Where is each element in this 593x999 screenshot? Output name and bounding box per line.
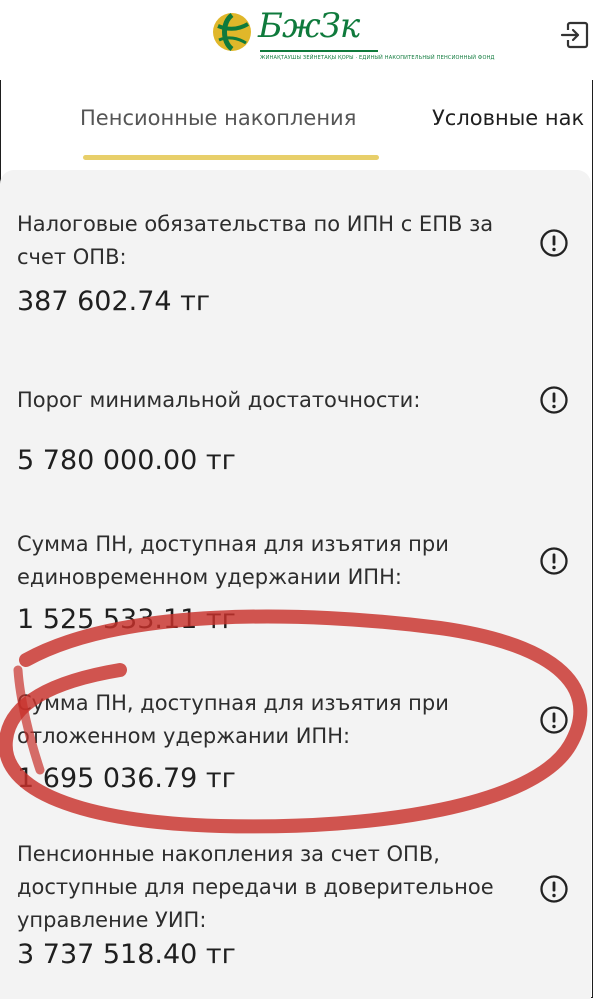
logo-emblem-icon: [213, 12, 251, 52]
app-header: БжЗк ЖИНАҚТАУШЫ ЗЕЙНЕТАҚЫ ҚОРЫ · ЕДИНЫЙ …: [0, 0, 593, 80]
active-tab-indicator: [83, 155, 379, 160]
item-label: Налоговые обязательства по ИПН с ЕПВ за …: [17, 212, 494, 269]
item-value: 1 695 036.79 тг: [17, 763, 236, 794]
list-item: Сумма ПН, доступная для изъятия при отло…: [17, 687, 507, 797]
tab-pension-savings[interactable]: Пенсионные накопления: [80, 106, 356, 130]
info-button[interactable]: [539, 705, 569, 735]
list-item: Пенсионные накопления за счет ОПВ, досту…: [17, 838, 507, 973]
tab-conditional-savings[interactable]: Условные нак: [432, 106, 584, 130]
tab-bar: Пенсионные накопления Условные нак: [0, 98, 593, 168]
list-item: Сумма ПН, доступная для изъятия при един…: [17, 528, 507, 638]
item-label: Порог минимальной достаточности:: [17, 388, 421, 412]
info-button[interactable]: [539, 228, 569, 258]
item-label: Сумма ПН, доступная для изъятия при един…: [17, 532, 449, 589]
list-item: Порог минимальной достаточности: 5 780 0…: [17, 384, 507, 479]
logo-rule: [260, 50, 378, 52]
info-button[interactable]: [539, 874, 569, 904]
info-button[interactable]: [539, 546, 569, 576]
info-icon: [540, 875, 568, 903]
item-value: 5 780 000.00 тг: [17, 445, 236, 476]
info-button[interactable]: [539, 385, 569, 415]
info-icon: [540, 386, 568, 414]
logo-subtitle: ЖИНАҚТАУШЫ ЗЕЙНЕТАҚЫ ҚОРЫ · ЕДИНЫЙ НАКОП…: [260, 55, 495, 61]
item-value: 387 602.74 тг: [17, 286, 211, 317]
item-value: 3 737 518.40 тг: [17, 939, 236, 970]
logout-button[interactable]: [560, 20, 590, 50]
info-icon: [540, 229, 568, 257]
info-icon: [540, 706, 568, 734]
logout-icon: [560, 21, 589, 49]
item-value: 1 525 533.11 тг: [17, 604, 236, 635]
logo: БжЗк ЖИНАҚТАУШЫ ЗЕЙНЕТАҚЫ ҚОРЫ · ЕДИНЫЙ …: [210, 6, 495, 70]
logo-text: БжЗк: [258, 6, 360, 46]
item-label: Пенсионные накопления за счет ОПВ, досту…: [17, 842, 494, 932]
item-label: Сумма ПН, доступная для изъятия при отло…: [17, 691, 449, 748]
info-icon: [540, 547, 568, 575]
list-item: Налоговые обязательства по ИПН с ЕПВ за …: [17, 208, 507, 320]
